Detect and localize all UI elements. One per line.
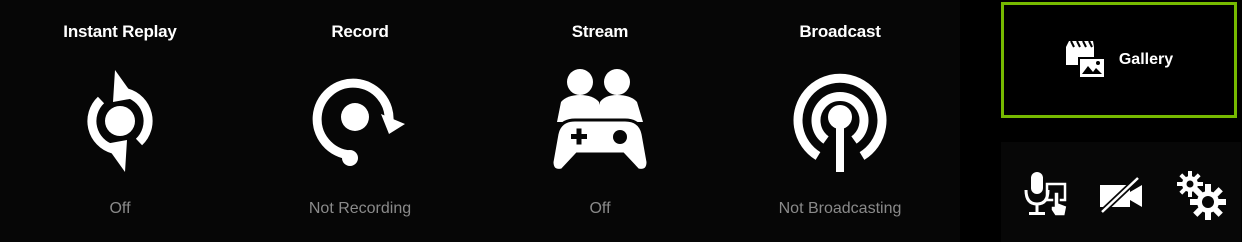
gallery-button[interactable]: Gallery [1001, 2, 1237, 118]
instant-replay-icon [87, 70, 153, 172]
instant-replay-status: Off [109, 200, 131, 217]
gallery-label: Gallery [1118, 51, 1174, 68]
stream-gamepad-icon [550, 69, 650, 172]
mic-icon[interactable] [1021, 170, 1071, 220]
stream-status: Off [589, 200, 611, 217]
record-title: Record [331, 22, 389, 41]
broadcast-title: Broadcast [799, 22, 881, 41]
record-icon [312, 78, 405, 166]
feature-panel: Instant Replay Off Record Not Recording … [0, 0, 960, 242]
stream-title: Stream [571, 22, 629, 41]
broadcast-status: Not Broadcasting [778, 200, 902, 217]
instant-replay-button[interactable]: Instant Replay Off [20, 0, 220, 242]
gallery-icon [1065, 40, 1106, 79]
gears-icon[interactable] [1176, 170, 1226, 220]
tools-strip [1001, 142, 1241, 242]
broadcast-button[interactable]: Broadcast Not Broadcasting [740, 0, 940, 242]
record-status: Not Recording [308, 200, 412, 217]
stream-button[interactable]: Stream Off [500, 0, 700, 242]
camera-off-icon[interactable] [1096, 170, 1146, 220]
instant-replay-title: Instant Replay [63, 22, 177, 41]
broadcast-icon [793, 73, 887, 172]
record-button[interactable]: Record Not Recording [260, 0, 460, 242]
